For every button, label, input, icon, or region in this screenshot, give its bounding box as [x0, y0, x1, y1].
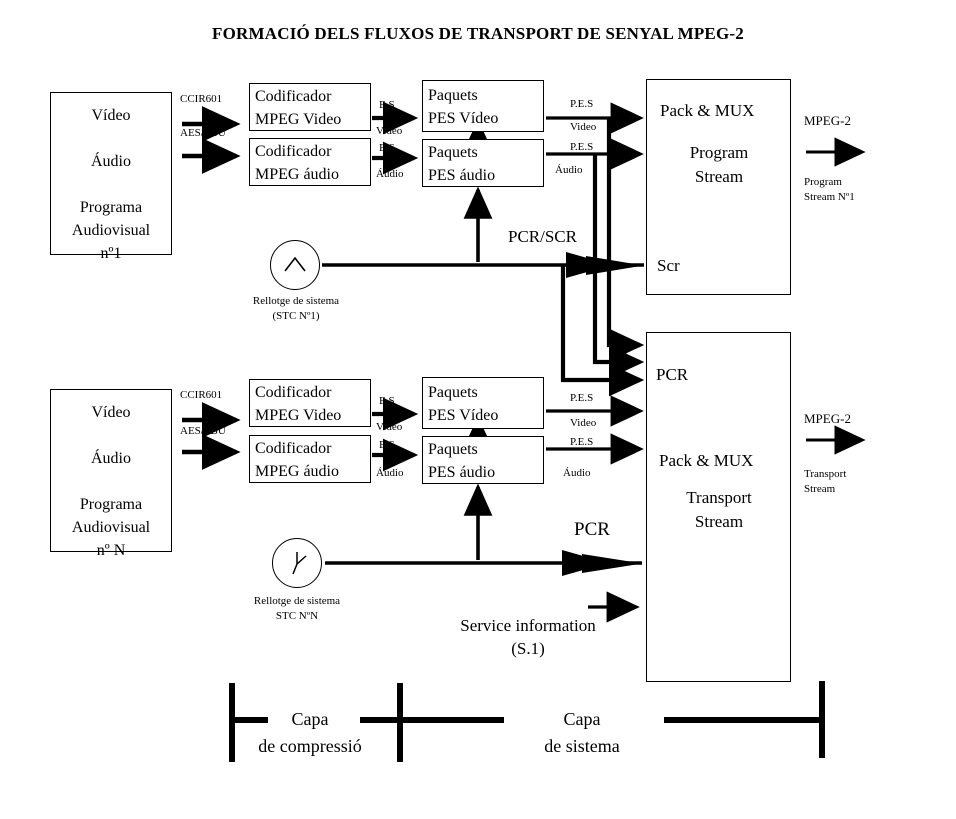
page-title: FORMACIÓ DELS FLUXOS DE TRANSPORT DE SEN…	[212, 24, 744, 43]
mux-transport-stream-subtitle: Transport Stream	[686, 488, 752, 531]
pes-out-audio-label-bottom-p1: Áudio	[555, 164, 583, 176]
system-clock-stc1	[270, 240, 320, 290]
pes-out-video-label-bottom-pn: Video	[570, 417, 597, 429]
pes-out-video-label-top-p1: P.E.S	[570, 98, 594, 110]
output-standard-label-pn: MPEG-2	[804, 411, 851, 426]
pes-audio-label-p1: Paquets PES áudio	[428, 144, 496, 184]
es-video-label-top-pn: E.S	[379, 395, 395, 407]
system-clock-stc1-caption: Rellotge de sistema (STC Nº1)	[252, 295, 340, 322]
output-caption-program-stream: Program Stream Nº1	[804, 176, 855, 203]
source-box-program-1-label: Vídeo Áudio Programa Audiovisual nº1	[71, 107, 151, 262]
layer-label-system: Capa de sistema	[544, 709, 620, 756]
mux-program-stream-scr-label: Scr	[657, 256, 680, 275]
clock-hands-icon	[292, 552, 307, 575]
encoder-video-label-pn: Codificador MPEG Video	[255, 384, 342, 424]
es-video-label-bottom-pn: Video	[376, 421, 403, 433]
es-audio-label-top-pn: E.S	[379, 439, 395, 451]
pes-audio-label-pn: Paquets PES áudio	[428, 441, 496, 481]
source-box-program-n-label: Vídeo Áudio Programa Audiovisual nº N	[71, 404, 151, 559]
encoder-audio-label-pn: Codificador MPEG áudio	[255, 440, 339, 480]
pes-out-audio-label-top-pn: P.E.S	[570, 436, 594, 448]
pes-out-video-label-top-pn: P.E.S	[570, 392, 594, 404]
pes-out-audio-label-top-p1: P.E.S	[570, 141, 594, 153]
interface-label-ccir601-p1: CCIR601	[180, 93, 223, 105]
line-stc1-scr-p1	[322, 252, 644, 278]
output-caption-transport-stream: Transport Stream	[804, 468, 847, 495]
layer-label-compression: Capa de compressió	[258, 709, 362, 756]
mux-program-stream-subtitle: Program Stream	[689, 143, 749, 186]
service-information-label: Service information (S.1)	[460, 616, 596, 658]
es-video-label-top-p1: E.S	[379, 99, 395, 111]
interface-label-ccir601-pn: CCIR601	[180, 389, 223, 401]
pes-out-video-label-bottom-p1: Video	[570, 121, 597, 133]
peak-waveform-icon	[284, 256, 306, 272]
es-audio-label-top-p1: E.S	[379, 142, 395, 154]
route-scr-to-transport	[560, 265, 645, 397]
mux-transport-stream-title: Pack & MUX	[659, 451, 754, 470]
route-pes-video-p1-to-transport	[606, 118, 645, 362]
pes-video-label-pn: Paquets PES Vídeo	[428, 384, 499, 424]
encoder-audio-label-p1: Codificador MPEG áudio	[255, 143, 339, 183]
layer-marker-system	[664, 681, 825, 758]
pcr-label-pn: PCR	[574, 519, 610, 540]
interface-label-aesebu-pn: AES/EBU	[180, 425, 226, 437]
system-clock-stcn	[272, 538, 322, 588]
line-stcn-pcr-pn	[325, 550, 642, 576]
output-standard-label-p1: MPEG-2	[804, 113, 851, 128]
es-audio-label-bottom-pn: Áudio	[376, 467, 404, 479]
layer-marker-divider	[360, 683, 504, 762]
system-clock-stcn-caption: Rellotge de sistema STC NºN	[253, 595, 341, 622]
pcr-scr-label: PCR/SCR	[508, 227, 577, 246]
encoder-video-label-p1: Codificador MPEG Video	[255, 88, 342, 128]
mux-program-stream-title: Pack & MUX	[660, 101, 755, 120]
interface-label-aesebu-p1: AES/EBU	[180, 127, 226, 139]
diagram-canvas: FORMACIÓ DELS FLUXOS DE TRANSPORT DE SEN…	[0, 0, 956, 819]
pes-video-label-p1: Paquets PES Vídeo	[428, 87, 499, 127]
pes-out-audio-label-bottom-pn: Áudio	[563, 467, 591, 479]
route-pes-audio-p1-to-transport	[592, 154, 645, 379]
es-audio-label-bottom-p1: Áudio	[376, 168, 404, 180]
mux-transport-stream-pcr-label: PCR	[656, 365, 689, 384]
es-video-label-bottom-p1: Video	[376, 125, 403, 137]
